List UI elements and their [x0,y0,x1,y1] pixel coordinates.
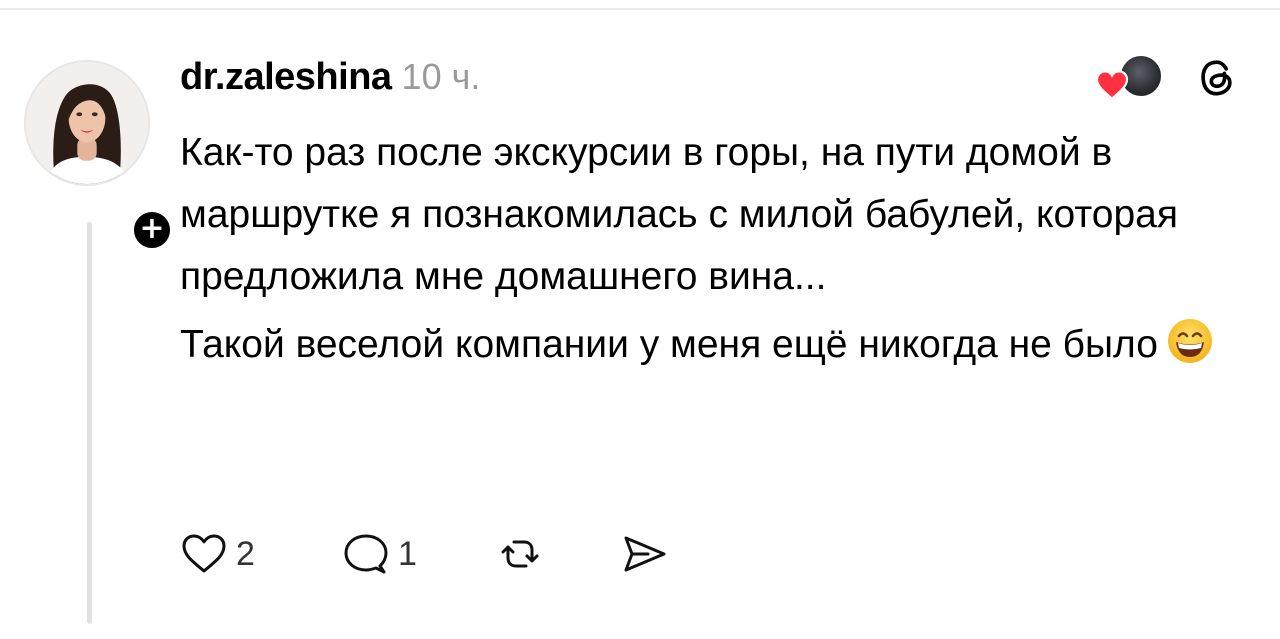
heart-icon [182,534,226,573]
threads-logo-icon[interactable] [1195,56,1239,100]
author-avatar-container[interactable]: + [24,60,174,252]
heart-icon [1095,70,1129,100]
top-divider [0,8,1280,10]
author-avatar[interactable] [24,60,150,186]
post-timestamp: 10 ч. [401,56,481,97]
author-avatar-image [26,62,148,184]
reply-button[interactable]: 1 [342,530,417,578]
thread-connector-line [87,222,92,624]
like-button[interactable]: 2 [180,530,255,578]
post-paragraph-2: Такой веселой компании у меня ещё никогд… [180,314,1240,376]
grinning-face-emoji-icon [1166,317,1214,365]
post-paragraph-1: Как-то раз после экскурсии в горы, на пу… [180,131,1178,298]
follow-plus-button[interactable]: + [130,208,174,252]
reply-count: 1 [398,534,417,573]
share-button[interactable] [620,530,668,578]
like-count: 2 [236,534,255,573]
post-paragraph-2-text: Такой веселой компании у меня ещё никогд… [180,323,1158,366]
plus-icon: + [139,211,165,246]
liked-by-indicator[interactable] [1095,54,1169,100]
send-icon [624,536,666,572]
post-text: Как-то раз после экскурсии в горы, на пу… [180,122,1240,376]
post-header: dr.zaleshina 10 ч. [180,56,480,100]
author-username[interactable]: dr.zaleshina [180,56,392,99]
repost-button[interactable] [496,530,544,578]
comment-icon [344,534,388,574]
repost-icon [501,540,539,568]
